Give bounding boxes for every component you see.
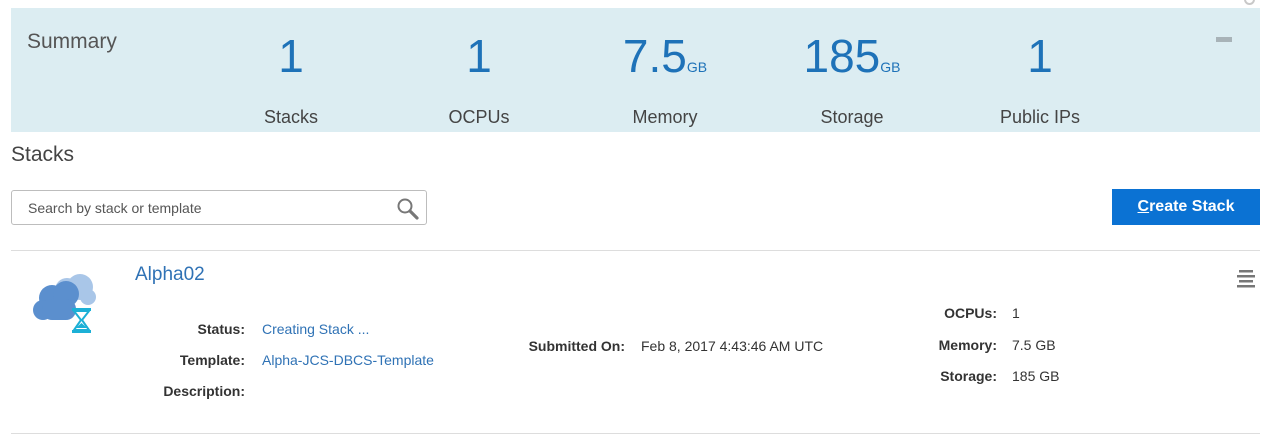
metric-value: 1	[206, 32, 376, 91]
metric-stacks: 1 Stacks	[206, 32, 376, 128]
cloud-stack-icon	[33, 274, 96, 333]
metric-unit: GB	[880, 59, 901, 75]
metric-ocpus: 1 OCPUs	[394, 32, 564, 128]
storage-value: 185 GB	[1012, 368, 1060, 384]
metric-label: Stacks	[263, 107, 319, 127]
metric-label: Public IPs	[999, 107, 1081, 127]
memory-value: 7.5 GB	[1012, 337, 1056, 353]
status-value-link[interactable]: Creating Stack ...	[262, 321, 369, 337]
metric-label: Storage	[820, 107, 884, 127]
create-stack-button[interactable]: Create Stack	[1112, 189, 1260, 225]
search-input[interactable]	[28, 198, 388, 218]
storage-label: Storage:	[940, 368, 997, 384]
metric-storage: 185GB Storage	[767, 32, 937, 128]
submitted-label: Submitted On:	[528, 338, 625, 354]
menu-icon[interactable]	[1237, 269, 1255, 289]
divider-bottom	[11, 433, 1260, 434]
metric-value: 1	[955, 32, 1125, 91]
summary-panel: Summary 1 Stacks 1 OCPUs 7.5GB Memory 18…	[11, 8, 1260, 132]
metric-label: OCPUs	[448, 107, 510, 127]
metric-number: 1	[1027, 30, 1053, 82]
metric-label: Memory	[632, 107, 698, 127]
corner-indicator	[1244, 0, 1255, 5]
metric-public-ips: 1 Public IPs	[955, 32, 1125, 128]
metric-memory: 7.5GB Memory	[580, 32, 750, 128]
ocpus-label: OCPUs:	[944, 305, 997, 321]
metric-value: 7.5GB	[580, 32, 750, 91]
summary-title: Summary	[27, 30, 117, 53]
ocpus-value: 1	[1012, 305, 1020, 321]
metric-unit: GB	[686, 59, 708, 75]
template-label: Template:	[179, 352, 245, 368]
metric-number: 1	[466, 30, 492, 82]
template-value-link[interactable]: Alpha-JCS-DBCS-Template	[262, 352, 434, 368]
hourglass-icon	[71, 308, 92, 333]
stacks-heading: Stacks	[11, 143, 75, 166]
metric-value: 185GB	[767, 32, 937, 91]
create-stack-accesskey: C	[1137, 198, 1150, 215]
stack-name-link[interactable]: Alpha02	[135, 264, 205, 286]
metric-number: 185	[803, 30, 881, 82]
create-stack-label: reate Stack	[1149, 198, 1235, 215]
memory-label: Memory:	[938, 337, 997, 353]
search-icon[interactable]	[396, 197, 420, 221]
submitted-value: Feb 8, 2017 4:43:46 AM UTC	[641, 338, 824, 354]
metric-value: 1	[394, 32, 564, 91]
status-label: Status:	[197, 321, 245, 337]
metric-number: 1	[278, 30, 304, 82]
metric-number: 7.5	[622, 30, 687, 82]
collapse-icon[interactable]	[1216, 37, 1232, 42]
search-box[interactable]	[11, 190, 427, 225]
divider-top	[11, 250, 1260, 251]
description-label: Description:	[163, 383, 245, 399]
